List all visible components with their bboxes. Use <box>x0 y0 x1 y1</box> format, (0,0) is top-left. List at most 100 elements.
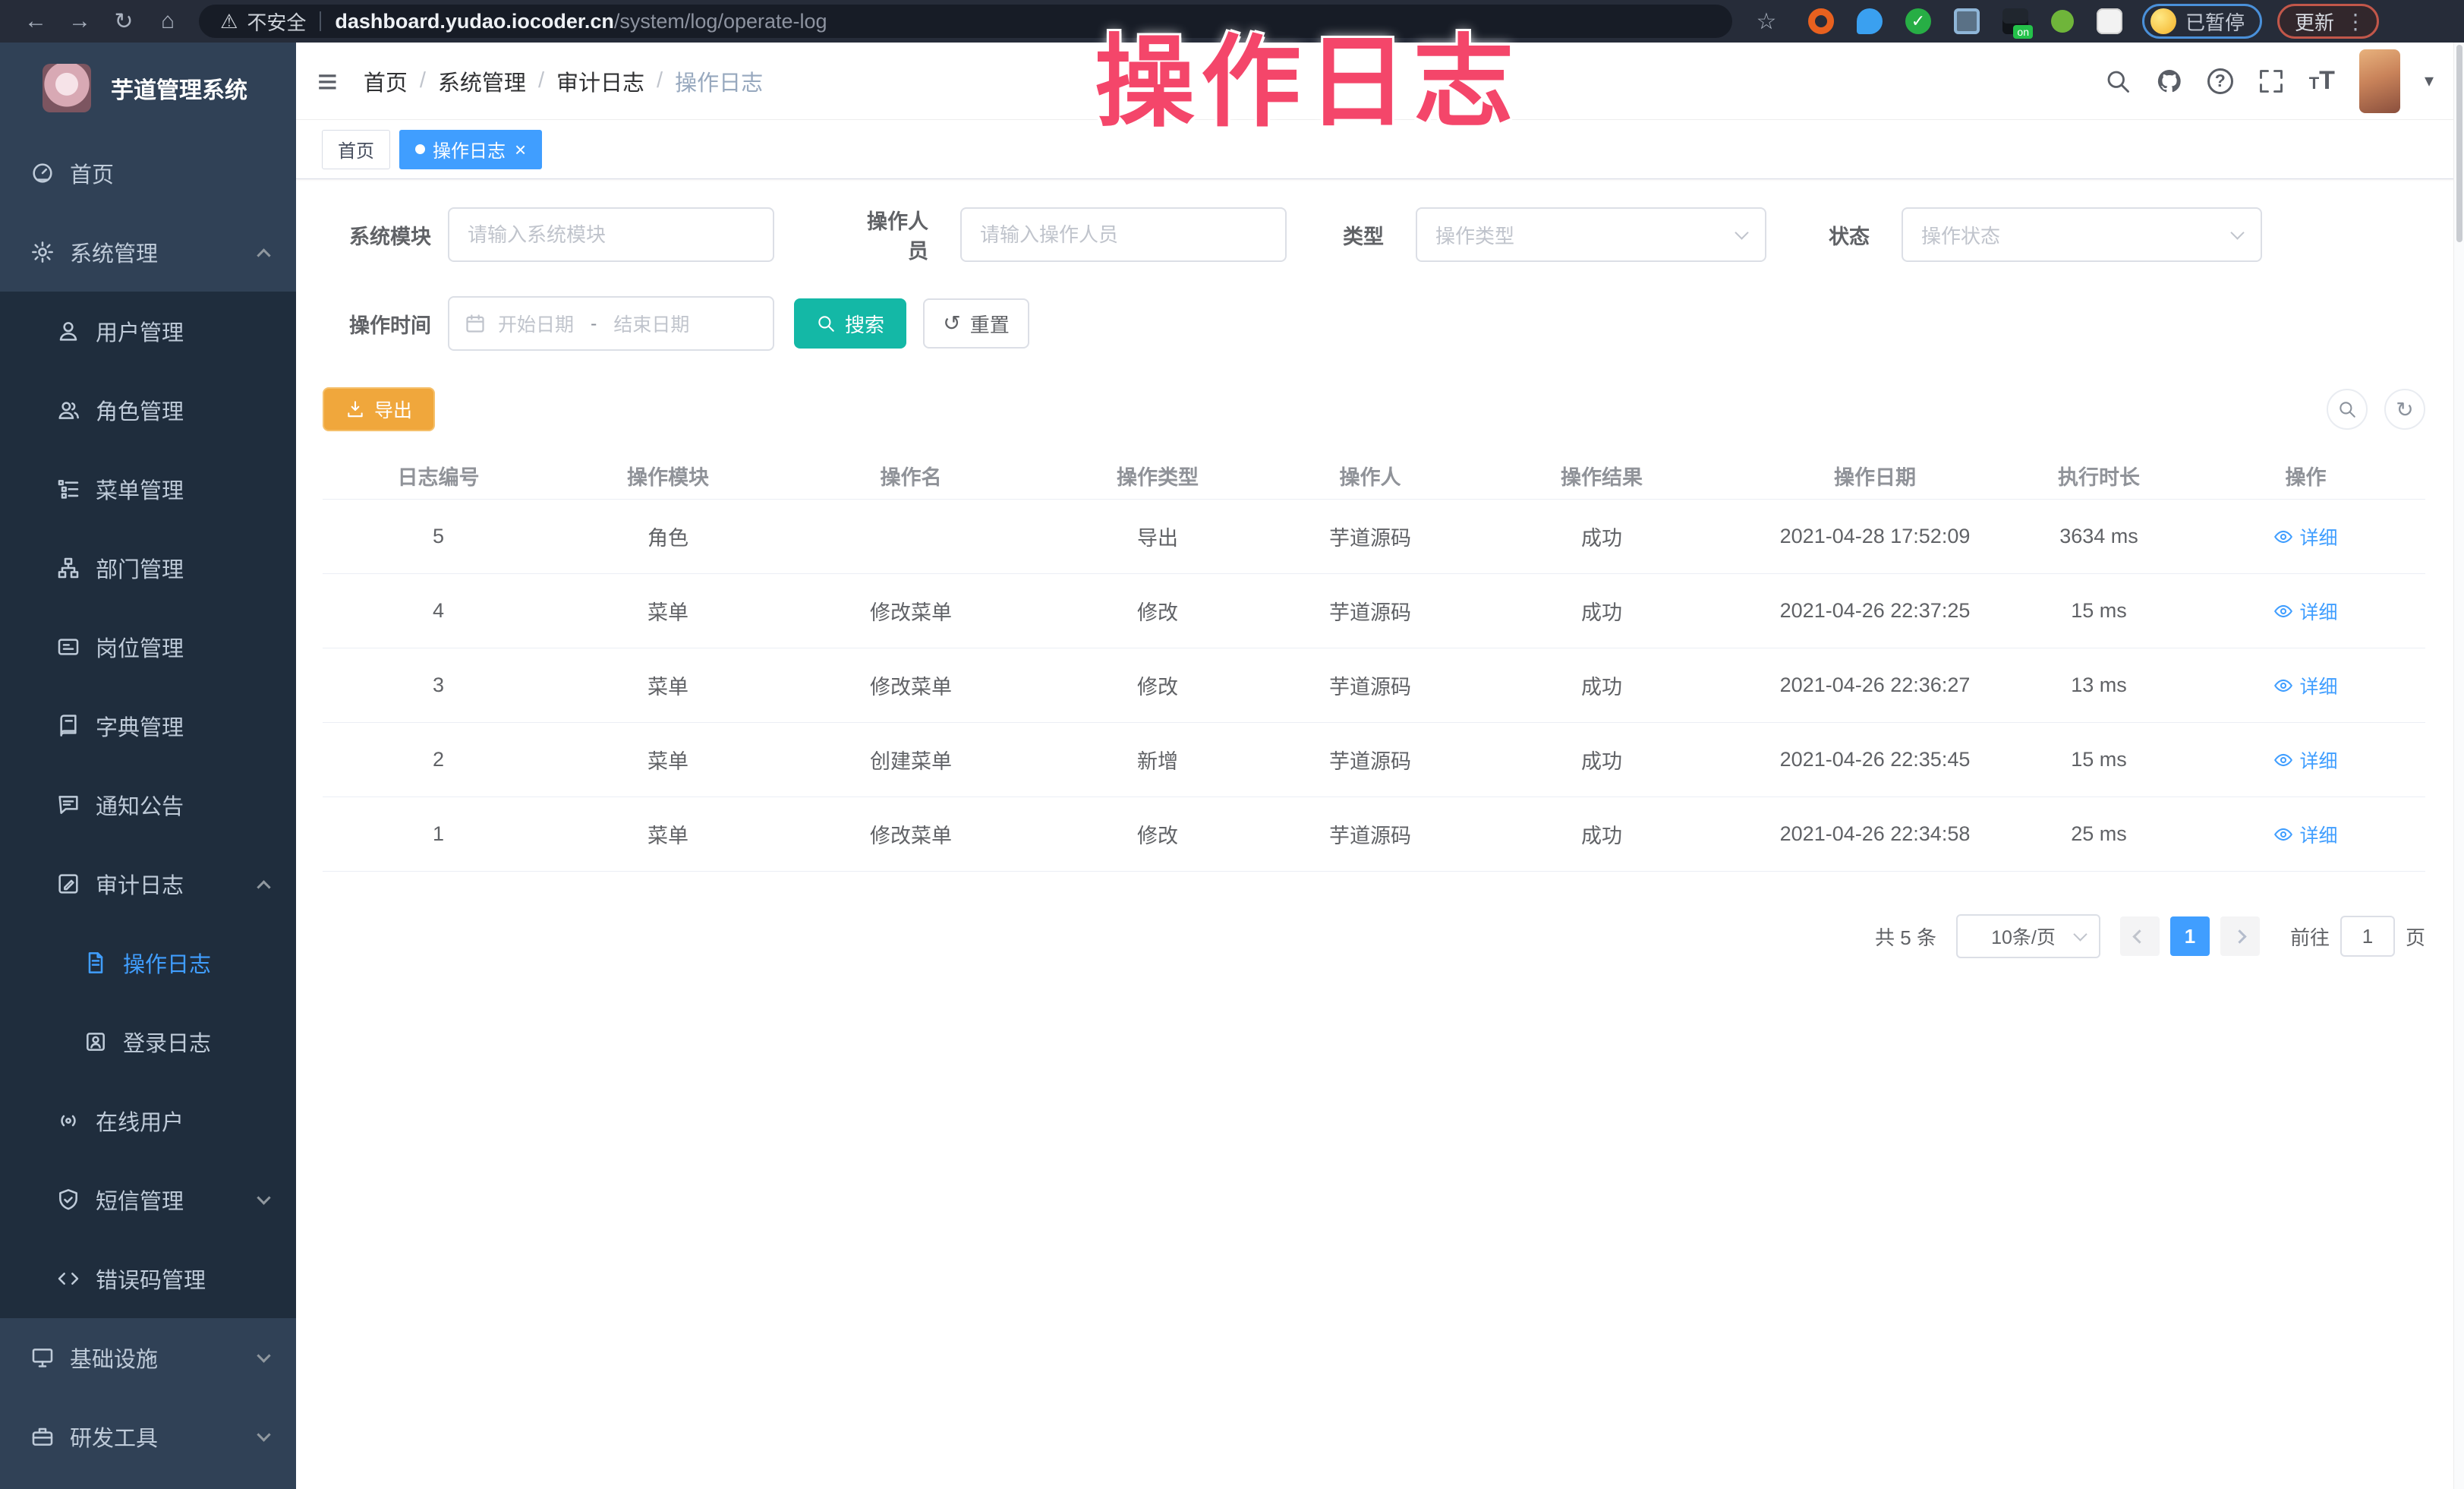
pagination-total: 共 5 条 <box>1875 923 1936 951</box>
search-icon[interactable] <box>2104 68 2132 95</box>
sidebar-item-user-mgmt[interactable]: 用户管理 <box>0 292 296 371</box>
type-select[interactable]: 操作类型 <box>1416 207 1766 262</box>
extension-green-circle-icon[interactable]: ✓ <box>1905 8 1931 34</box>
detail-link[interactable]: 详细 <box>2273 746 2337 774</box>
detail-link[interactable]: 详细 <box>2273 598 2337 625</box>
cell-name: 修改菜单 <box>782 797 1040 871</box>
app-logo[interactable]: 芋道管理系统 <box>0 43 296 134</box>
url-divider <box>320 11 321 31</box>
goto-page-input[interactable] <box>2340 916 2395 957</box>
sidebar-item-infrastructure[interactable]: 基础设施 <box>0 1318 296 1397</box>
sidebar-item-online-users[interactable]: 在线用户 <box>0 1081 296 1160</box>
extensions-puzzle-icon[interactable] <box>2097 8 2122 34</box>
extension-pages-icon[interactable] <box>1954 8 1980 34</box>
sidebar-item-dict-mgmt[interactable]: 字典管理 <box>0 686 296 765</box>
sidebar-item-menu-mgmt[interactable]: 菜单管理 <box>0 450 296 528</box>
sidebar-item-post-mgmt[interactable]: 岗位管理 <box>0 607 296 686</box>
cell-module: 菜单 <box>554 648 782 722</box>
bookmark-star-icon[interactable]: ☆ <box>1744 8 1788 35</box>
goto-label: 前往 <box>2290 923 2330 951</box>
sidebar-item-label: 部门管理 <box>96 552 184 584</box>
sidebar-item-dept-mgmt[interactable]: 部门管理 <box>0 528 296 607</box>
filter-row-1: 系统模块 操作人员 类型 操作类型 状态 操作状态 <box>323 205 2464 264</box>
toggle-search-button[interactable] <box>2327 389 2368 430</box>
help-icon[interactable]: ? <box>2207 68 2233 94</box>
avatar-caret-icon[interactable]: ▾ <box>2425 70 2434 92</box>
search-icon <box>2337 399 2357 419</box>
sidebar-item-sms-mgmt[interactable]: 短信管理 <box>0 1160 296 1239</box>
fullscreen-icon[interactable] <box>2258 68 2285 95</box>
breadcrumb-home[interactable]: 首页 <box>364 65 408 97</box>
profile-paused-chip[interactable]: 已暂停 <box>2142 4 2262 39</box>
address-bar[interactable]: ⚠ 不安全 dashboard.yudao.iocoder.cn/system/… <box>199 5 1732 38</box>
sidebar-item-system-mgmt[interactable]: 系统管理 <box>0 213 296 292</box>
cell-duration: 3634 ms <box>2012 500 2186 573</box>
browser-menu-icon[interactable]: ⋮ <box>2345 9 2366 34</box>
eye-icon <box>2273 827 2293 842</box>
browser-home-icon[interactable]: ⌂ <box>146 8 190 34</box>
cell-duration: 15 ms <box>2012 723 2186 797</box>
cell-date: 2021-04-26 22:36:27 <box>1738 648 2012 722</box>
detail-link[interactable]: 详细 <box>2273 523 2337 550</box>
user-avatar[interactable] <box>2359 49 2400 113</box>
code-brackets-icon <box>56 1267 80 1291</box>
audit-edit-icon <box>56 872 80 896</box>
close-tab-icon[interactable]: × <box>515 140 526 159</box>
page-size-select[interactable]: 10条/页 <box>1956 914 2100 958</box>
sidebar-item-audit-log[interactable]: 审计日志 <box>0 844 296 923</box>
detail-link[interactable]: 详细 <box>2273 821 2337 848</box>
sidebar-item-login-log[interactable]: 登录日志 <box>0 1002 296 1081</box>
extension-green-leaf-icon[interactable] <box>2051 10 2074 33</box>
tab-operate-log[interactable]: 操作日志 × <box>399 130 542 169</box>
sidebar-item-role-mgmt[interactable]: 角色管理 <box>0 371 296 450</box>
reset-button[interactable]: ↺ 重置 <box>923 298 1029 349</box>
breadcrumb-system-mgmt[interactable]: 系统管理 <box>438 65 526 97</box>
extension-stack-icon[interactable]: on <box>2002 8 2028 34</box>
github-icon[interactable] <box>2156 68 2183 95</box>
sidebar-item-notice[interactable]: 通知公告 <box>0 765 296 844</box>
extension-blue-pin-icon[interactable] <box>1857 8 1883 34</box>
column-header: 执行时长 <box>2012 453 2186 499</box>
next-page-button[interactable] <box>2220 916 2260 956</box>
sidebar-item-operate-log[interactable]: 操作日志 <box>0 923 296 1002</box>
cell-name <box>782 500 1040 573</box>
extension-orange-ring-icon[interactable] <box>1808 8 1834 34</box>
breadcrumb-audit-log[interactable]: 审计日志 <box>556 65 644 97</box>
browser-update-button[interactable]: 更新 ⋮ <box>2277 4 2379 39</box>
sidebar-item-error-code-mgmt[interactable]: 错误码管理 <box>0 1239 296 1318</box>
browser-forward-icon[interactable]: → <box>58 8 102 34</box>
operator-input[interactable] <box>960 207 1287 262</box>
cell-type: 导出 <box>1040 500 1275 573</box>
refresh-table-button[interactable]: ↻ <box>2384 389 2425 430</box>
pagination: 共 5 条 10条/页 1 前往 页 <box>323 914 2425 958</box>
sidebar-item-label: 字典管理 <box>96 710 184 742</box>
main-panel: ≡ 首页/ 系统管理/ 审计日志/ 操作日志 ? TT ▾ <box>296 43 2464 1489</box>
browser-back-icon[interactable]: ← <box>14 8 58 34</box>
search-button[interactable]: 搜索 <box>794 298 906 349</box>
column-header: 操作类型 <box>1040 453 1275 499</box>
sidebar-toggle-icon[interactable]: ≡ <box>317 61 338 102</box>
scrollbar-thumb[interactable] <box>2456 45 2462 242</box>
browser-reload-icon[interactable]: ↻ <box>102 8 146 35</box>
module-input[interactable] <box>448 207 774 262</box>
cell-operator: 芋道源码 <box>1275 648 1465 722</box>
font-size-icon[interactable]: TT <box>2309 66 2335 96</box>
date-range-picker[interactable]: 开始日期 - 结束日期 <box>448 296 774 351</box>
chevron-down-icon <box>2230 226 2244 239</box>
operation-log-icon <box>83 951 108 975</box>
status-select[interactable]: 操作状态 <box>1902 207 2262 262</box>
tab-home[interactable]: 首页 <box>322 130 390 169</box>
sidebar-item-home[interactable]: 首页 <box>0 134 296 213</box>
sidebar-item-dev-tools[interactable]: 研发工具 <box>0 1397 296 1476</box>
chevron-up-icon <box>257 880 270 894</box>
export-button[interactable]: 导出 <box>323 387 435 431</box>
cell-result: 成功 <box>1465 797 1738 871</box>
detail-link[interactable]: 详细 <box>2273 672 2337 699</box>
operator-label: 操作人员 <box>854 205 945 264</box>
detail-label: 详细 <box>2299 598 2337 625</box>
prev-page-button[interactable] <box>2120 916 2160 956</box>
chevron-right-icon <box>2233 929 2247 943</box>
page-scrollbar[interactable] <box>2453 43 2464 1489</box>
toolbox-icon <box>30 1424 55 1449</box>
page-number-1[interactable]: 1 <box>2170 916 2210 956</box>
